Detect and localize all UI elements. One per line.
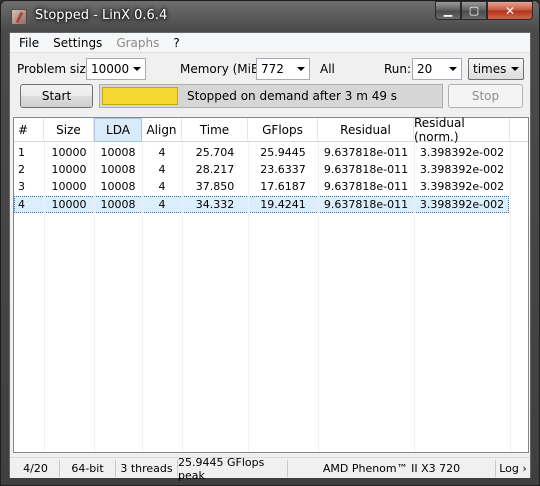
column-divider <box>318 142 319 452</box>
cell-size: 10000 <box>51 163 87 176</box>
status-bar: 4/20 64-bit 3 threads 25.9445 GFlops pea… <box>10 456 530 482</box>
log-button[interactable]: Log › <box>498 460 528 477</box>
column-divider <box>142 142 143 452</box>
table-row[interactable]: 1 10000 10008 4 25.704 25.9445 9.637818e… <box>14 145 528 162</box>
chevron-down-icon <box>511 67 519 71</box>
run-count-value: 20 <box>417 62 433 76</box>
table-row-selected[interactable]: 4 10000 10008 4 34.332 19.4241 9.637818e… <box>14 196 509 213</box>
cell-residual: 9.637818e-011 <box>323 146 409 159</box>
cell-time: 28.217 <box>195 163 235 176</box>
window-title: Stopped - LinX 0.6.4 <box>35 8 168 23</box>
chevron-down-icon <box>133 67 141 71</box>
menu-bar: File Settings Graphs ? <box>10 33 530 53</box>
column-divider <box>510 142 511 452</box>
menu-file[interactable]: File <box>12 36 46 50</box>
cell-gflops: 19.4241 <box>260 198 306 211</box>
table-header: # Size LDA Align Time GFlops Residual Re… <box>14 116 528 144</box>
cell-residual: 9.637818e-011 <box>323 163 409 176</box>
action-row: Start Stopped on demand after 3 m 49 s S… <box>10 84 530 108</box>
results-table[interactable]: # Size LDA Align Time GFlops Residual Re… <box>13 116 529 453</box>
cell-residual-norm: 3.398392e-002 <box>419 146 505 159</box>
architecture-bits: 64-bit <box>60 460 116 477</box>
all-memory-label[interactable]: All <box>320 62 335 76</box>
column-header-size[interactable]: Size <box>44 118 94 142</box>
column-divider <box>248 142 249 452</box>
run-label: Run: <box>384 62 412 76</box>
cell-residual-norm: 3.398392e-002 <box>419 198 505 211</box>
cell-lda: 10008 <box>100 163 136 176</box>
cell-gflops: 25.9445 <box>260 146 306 159</box>
column-header-time[interactable]: Time <box>182 118 248 142</box>
cell-size: 10000 <box>51 198 87 211</box>
run-count-combo[interactable]: 20 <box>412 58 462 80</box>
problem-size-combo[interactable]: 10000 <box>86 58 146 80</box>
cell-size: 10000 <box>51 180 87 193</box>
cell-residual-norm: 3.398392e-002 <box>419 180 505 193</box>
maximize-button[interactable]: ▢ <box>461 1 487 20</box>
column-header-index[interactable]: # <box>14 118 44 142</box>
column-divider <box>414 142 415 452</box>
gflops-peak: 25.9445 GFlops peak <box>178 456 288 482</box>
thread-count: 3 threads <box>116 460 178 477</box>
run-unit-combo[interactable]: times <box>468 58 524 80</box>
cell-lda: 10008 <box>100 180 136 193</box>
table-row[interactable]: 3 10000 10008 4 37.850 17.6187 9.637818e… <box>14 179 528 196</box>
linx-app-icon[interactable] <box>11 9 27 25</box>
problem-size-value: 10000 <box>91 62 130 76</box>
minimize-button[interactable]: ▁ <box>435 1 461 20</box>
status-indicator <box>102 87 178 105</box>
cell-align: 4 <box>158 146 166 159</box>
client-area: File Settings Graphs ? Problem size: 100… <box>9 32 531 482</box>
menu-graphs[interactable]: Graphs <box>109 36 166 50</box>
chevron-down-icon <box>449 67 457 71</box>
memory-combo[interactable]: 772 <box>256 58 310 80</box>
column-header-lda[interactable]: LDA <box>94 118 142 142</box>
cell-align: 4 <box>158 163 166 176</box>
cell-index: 1 <box>18 146 25 159</box>
cell-gflops: 17.6187 <box>260 180 306 193</box>
memory-value: 772 <box>261 62 284 76</box>
menu-help[interactable]: ? <box>166 36 186 50</box>
stop-button[interactable]: Stop <box>448 84 523 108</box>
title-bar[interactable]: Stopped - LinX 0.6.4 ▁ ▢ ✕ <box>1 1 539 33</box>
cell-residual-norm: 3.398392e-002 <box>419 163 505 176</box>
cell-time: 34.332 <box>195 198 235 211</box>
status-message: Stopped on demand after 3 m 49 s <box>187 89 398 103</box>
settings-row: Problem size: 10000 Memory (MiB): 772 Al… <box>10 57 530 81</box>
table-row[interactable]: 2 10000 10008 4 28.217 23.6337 9.637818e… <box>14 162 528 179</box>
cell-align: 4 <box>158 198 166 211</box>
chevron-down-icon <box>297 67 305 71</box>
column-header-align[interactable]: Align <box>142 118 182 142</box>
cell-index: 4 <box>18 198 25 211</box>
cell-index: 2 <box>18 163 25 176</box>
cell-align: 4 <box>158 180 166 193</box>
cpu-name: AMD Phenom™ II X3 720 <box>288 460 496 477</box>
cell-index: 3 <box>18 180 25 193</box>
app-window: Stopped - LinX 0.6.4 ▁ ▢ ✕ File Settings… <box>0 0 540 486</box>
cell-time: 25.704 <box>195 146 235 159</box>
progress-count: 4/20 <box>12 460 60 477</box>
start-button[interactable]: Start <box>20 84 93 108</box>
column-header-residual[interactable]: Residual <box>318 118 414 142</box>
memory-label: Memory (MiB): <box>180 62 268 76</box>
cell-size: 10000 <box>51 146 87 159</box>
cell-gflops: 23.6337 <box>260 163 306 176</box>
run-unit-value: times <box>473 62 507 76</box>
column-divider <box>94 142 95 452</box>
column-header-gflops[interactable]: GFlops <box>248 118 318 142</box>
cell-residual: 9.637818e-011 <box>323 180 409 193</box>
cell-residual: 9.637818e-011 <box>323 198 409 211</box>
cell-lda: 10008 <box>100 198 136 211</box>
column-header-residual-norm[interactable]: Residual (norm.) <box>414 116 510 144</box>
status-box: Stopped on demand after 3 m 49 s <box>99 84 443 108</box>
column-divider <box>182 142 183 452</box>
menu-settings[interactable]: Settings <box>46 36 109 50</box>
cell-lda: 10008 <box>100 146 136 159</box>
cell-time: 37.850 <box>195 180 235 193</box>
close-button[interactable]: ✕ <box>487 1 533 20</box>
column-divider <box>44 142 45 452</box>
